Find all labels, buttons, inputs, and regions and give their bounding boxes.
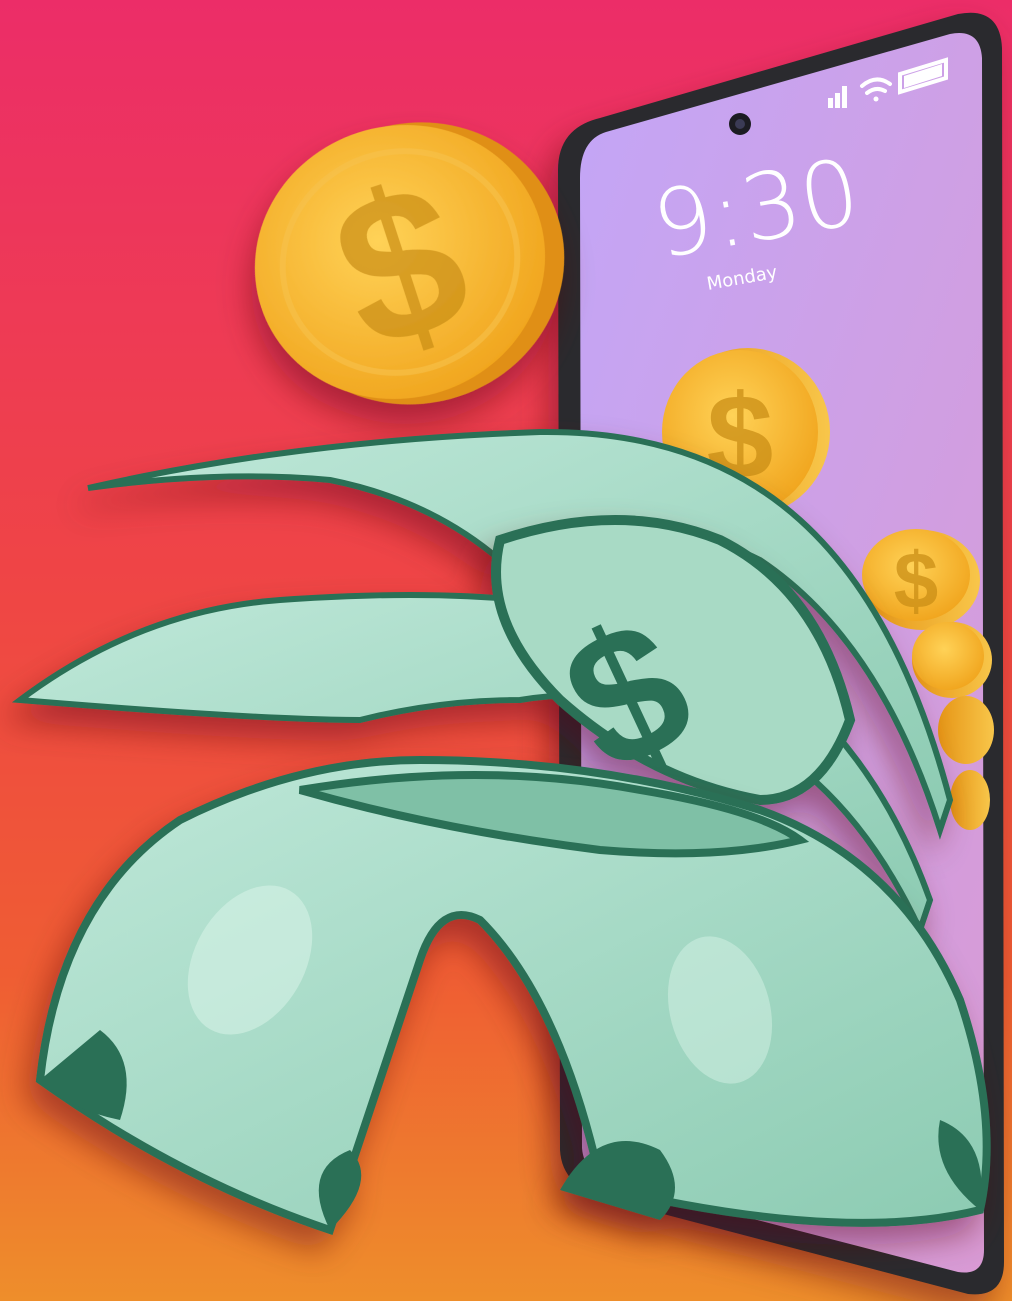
illustration: 9:30 Monday $ $ $ $ [0, 0, 1012, 1301]
coin-dollar-icon: $ [894, 536, 939, 625]
